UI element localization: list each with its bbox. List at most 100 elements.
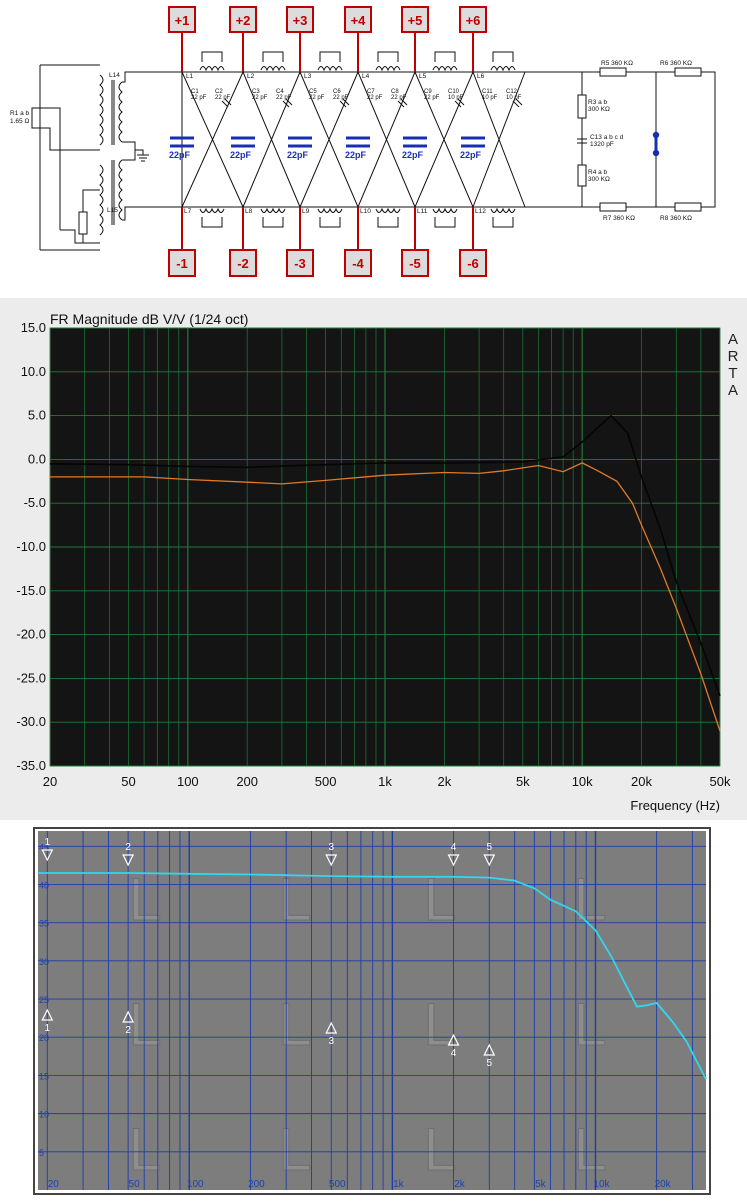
capacitor-value: 10 pF [448, 95, 464, 101]
capacitor-value: 22 pF [391, 95, 407, 101]
inductor-label: L1 [186, 73, 194, 80]
capacitor-value: 10 pF [506, 95, 522, 101]
x-tick-label: 1k [393, 1179, 405, 1190]
blue-capacitor-label: 22pF [460, 150, 482, 160]
capacitor-pair: C722 pFC822 pF [367, 89, 408, 108]
inductor-top: L6 [477, 51, 516, 80]
marker-label: 2 [125, 842, 131, 853]
node-tab-minus: -3 [286, 207, 314, 277]
blue-capacitor: 22pF [402, 136, 427, 160]
capacitor-value: 22 pF [252, 95, 268, 101]
y-tick-label: 0.0 [28, 451, 46, 466]
x-tick-label: 50 [129, 1179, 141, 1190]
inductor-bottom: L11 [417, 207, 458, 228]
x-tick-label: 200 [248, 1179, 265, 1190]
capacitor-pair: C1110 pFC1210 pF [482, 89, 523, 108]
watermark-letter: L [278, 991, 311, 1058]
inductor-label: L4 [362, 73, 370, 80]
node-tab-minus: -4 [344, 207, 372, 277]
inductor-label: L12 [475, 208, 486, 215]
y-tick-label: -10.0 [16, 539, 46, 554]
capacitor-pair: C522 pFC622 pF [309, 89, 350, 108]
label-l15: L15 [107, 207, 118, 214]
label-r4: R4 a b [588, 169, 608, 176]
node-tab-plus: +5 [401, 6, 429, 72]
label-r4-value: 300 KΩ [588, 176, 610, 183]
node-tab-plus: +4 [344, 6, 372, 72]
inductor-bottom: L10 [360, 207, 401, 228]
label-r6: R6 360 KΩ [660, 60, 692, 67]
x-tick-label: 5k [516, 774, 530, 789]
node-tab-plus: +6 [459, 6, 487, 72]
blue-capacitor: 22pF [460, 136, 485, 160]
capacitor-pair: C322 pFC422 pF [252, 89, 293, 108]
arta-watermark-letter: A [728, 331, 738, 348]
blue-capacitor-label: 22pF [402, 150, 424, 160]
x-tick-label: 500 [315, 774, 337, 789]
y-tick-label: 15 [39, 1071, 49, 1081]
node-tab-minus: -2 [229, 207, 257, 277]
y-tick-label: 5.0 [28, 408, 46, 423]
tab-label: -3 [294, 256, 306, 271]
tab-label: -2 [237, 256, 249, 271]
x-tick-label: 20 [48, 1179, 60, 1190]
chart-title: FR Magnitude dB V/V (1/24 oct) [50, 311, 248, 327]
ladder-network-schematic: L1L7C122 pFC222 pF22pF+1-1L2L8C322 pFC42… [10, 6, 716, 277]
y-tick-label: 15.0 [21, 320, 46, 335]
x-tick-label: 20 [43, 774, 57, 789]
watermark-letter: L [423, 1116, 456, 1183]
y-tick-label: -30.0 [16, 714, 46, 729]
schematic-panel: L1 L7 C1 22 pF C2 22 pF 22pF +1 -1 L2 L8 C3 22 pF C4 2… [0, 0, 747, 298]
x-tick-label: 50 [121, 774, 135, 789]
blue-capacitor-label: 22pF [287, 150, 309, 160]
x-tick-label: 100 [177, 774, 199, 789]
y-tick-label: 25 [39, 995, 49, 1005]
inductor-top: L1 [186, 51, 225, 80]
blue-capacitor-label: 22pF [345, 150, 367, 160]
blue-capacitor: 22pF [345, 136, 370, 160]
arta-watermark-letter: A [728, 382, 738, 399]
x-tick-label: 10k [572, 774, 593, 789]
x-axis-label: Frequency (Hz) [630, 798, 720, 813]
x-tick-label: 2k [454, 1179, 466, 1190]
inductor-bottom: L8 [245, 207, 286, 228]
inductor-label: L5 [419, 73, 427, 80]
marker-label: 3 [328, 1036, 334, 1047]
label-l14: L14 [109, 72, 120, 79]
x-tick-label: 200 [236, 774, 258, 789]
capacitor-value: 22 pF [191, 95, 207, 101]
tab-label: -4 [352, 256, 364, 271]
label-c13-value: 1320 pF [590, 141, 614, 148]
watermark-letter: L [573, 1116, 606, 1183]
marker-label: 5 [487, 1058, 493, 1069]
x-tick-label: 5k [535, 1179, 547, 1190]
arta-watermark-letter: T [728, 365, 737, 382]
marker-label: 5 [487, 842, 493, 853]
capacitor-value: 22 pF [215, 95, 231, 101]
y-tick-label: 10.0 [21, 364, 46, 379]
capacitor-value: 22 pF [367, 95, 383, 101]
y-tick-label: 20 [39, 1033, 49, 1043]
watermark-letter: L [128, 1116, 161, 1183]
inductor-bottom: L12 [475, 207, 516, 228]
blue-capacitor: 22pF [287, 136, 312, 160]
arta-frequency-response-panel: FR Magnitude dB V/V (1/24 oct) 15.0 10.0 5… [0, 298, 747, 820]
watermark-letter: L [573, 991, 606, 1058]
inductor-bottom: L7 [184, 207, 225, 228]
capacitor-value: 22 pF [276, 95, 292, 101]
y-tick-label: 5 [39, 1148, 44, 1158]
inductor-label: L11 [417, 208, 428, 215]
marker-label: 4 [451, 842, 457, 853]
node-tab-plus: +2 [229, 6, 257, 72]
inductor-label: L9 [302, 208, 310, 215]
tab-label: +1 [175, 13, 190, 28]
blue-capacitor: 22pF [230, 136, 255, 160]
marker-label: 2 [125, 1025, 131, 1036]
x-tick-label: 100 [187, 1179, 204, 1190]
tab-label: +2 [236, 13, 251, 28]
blue-capacitor-label: 22pF [230, 150, 252, 160]
capacitor-pair: C922 pFC1010 pF [424, 89, 465, 108]
capacitor-value: 22 pF [424, 95, 440, 101]
capacitor-value: 22 pF [333, 95, 349, 101]
y-tick-label: -5.0 [24, 495, 46, 510]
